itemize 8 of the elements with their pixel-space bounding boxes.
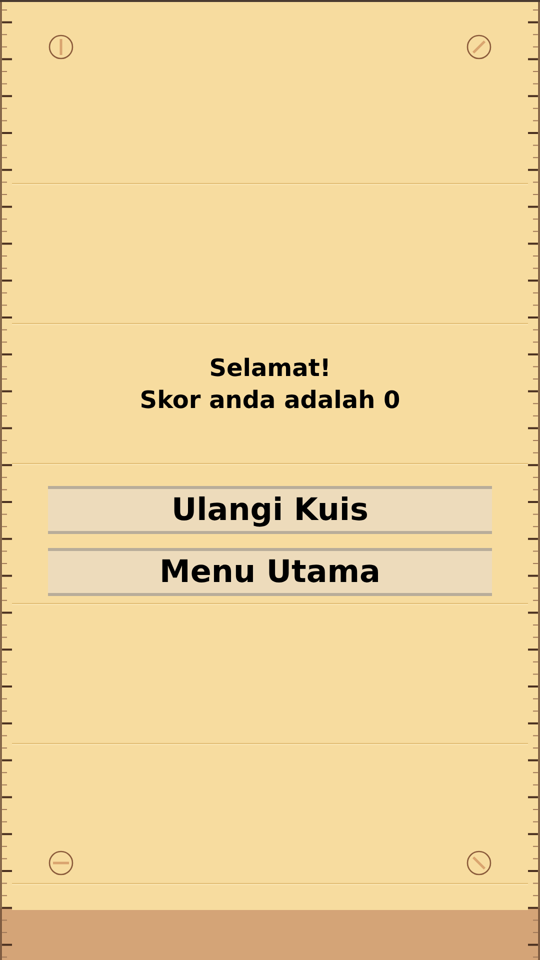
menu-button[interactable]: Ulangi Kuis [48,486,492,534]
menu-button[interactable]: Menu Utama [48,548,492,596]
screw-icon [48,34,74,60]
screw-icon [48,850,74,876]
score-text: Skor anda adalah 0 [140,385,400,416]
screw-icon [466,850,492,876]
congratulations-title: Selamat! [209,353,331,384]
screw-icon [466,34,492,60]
